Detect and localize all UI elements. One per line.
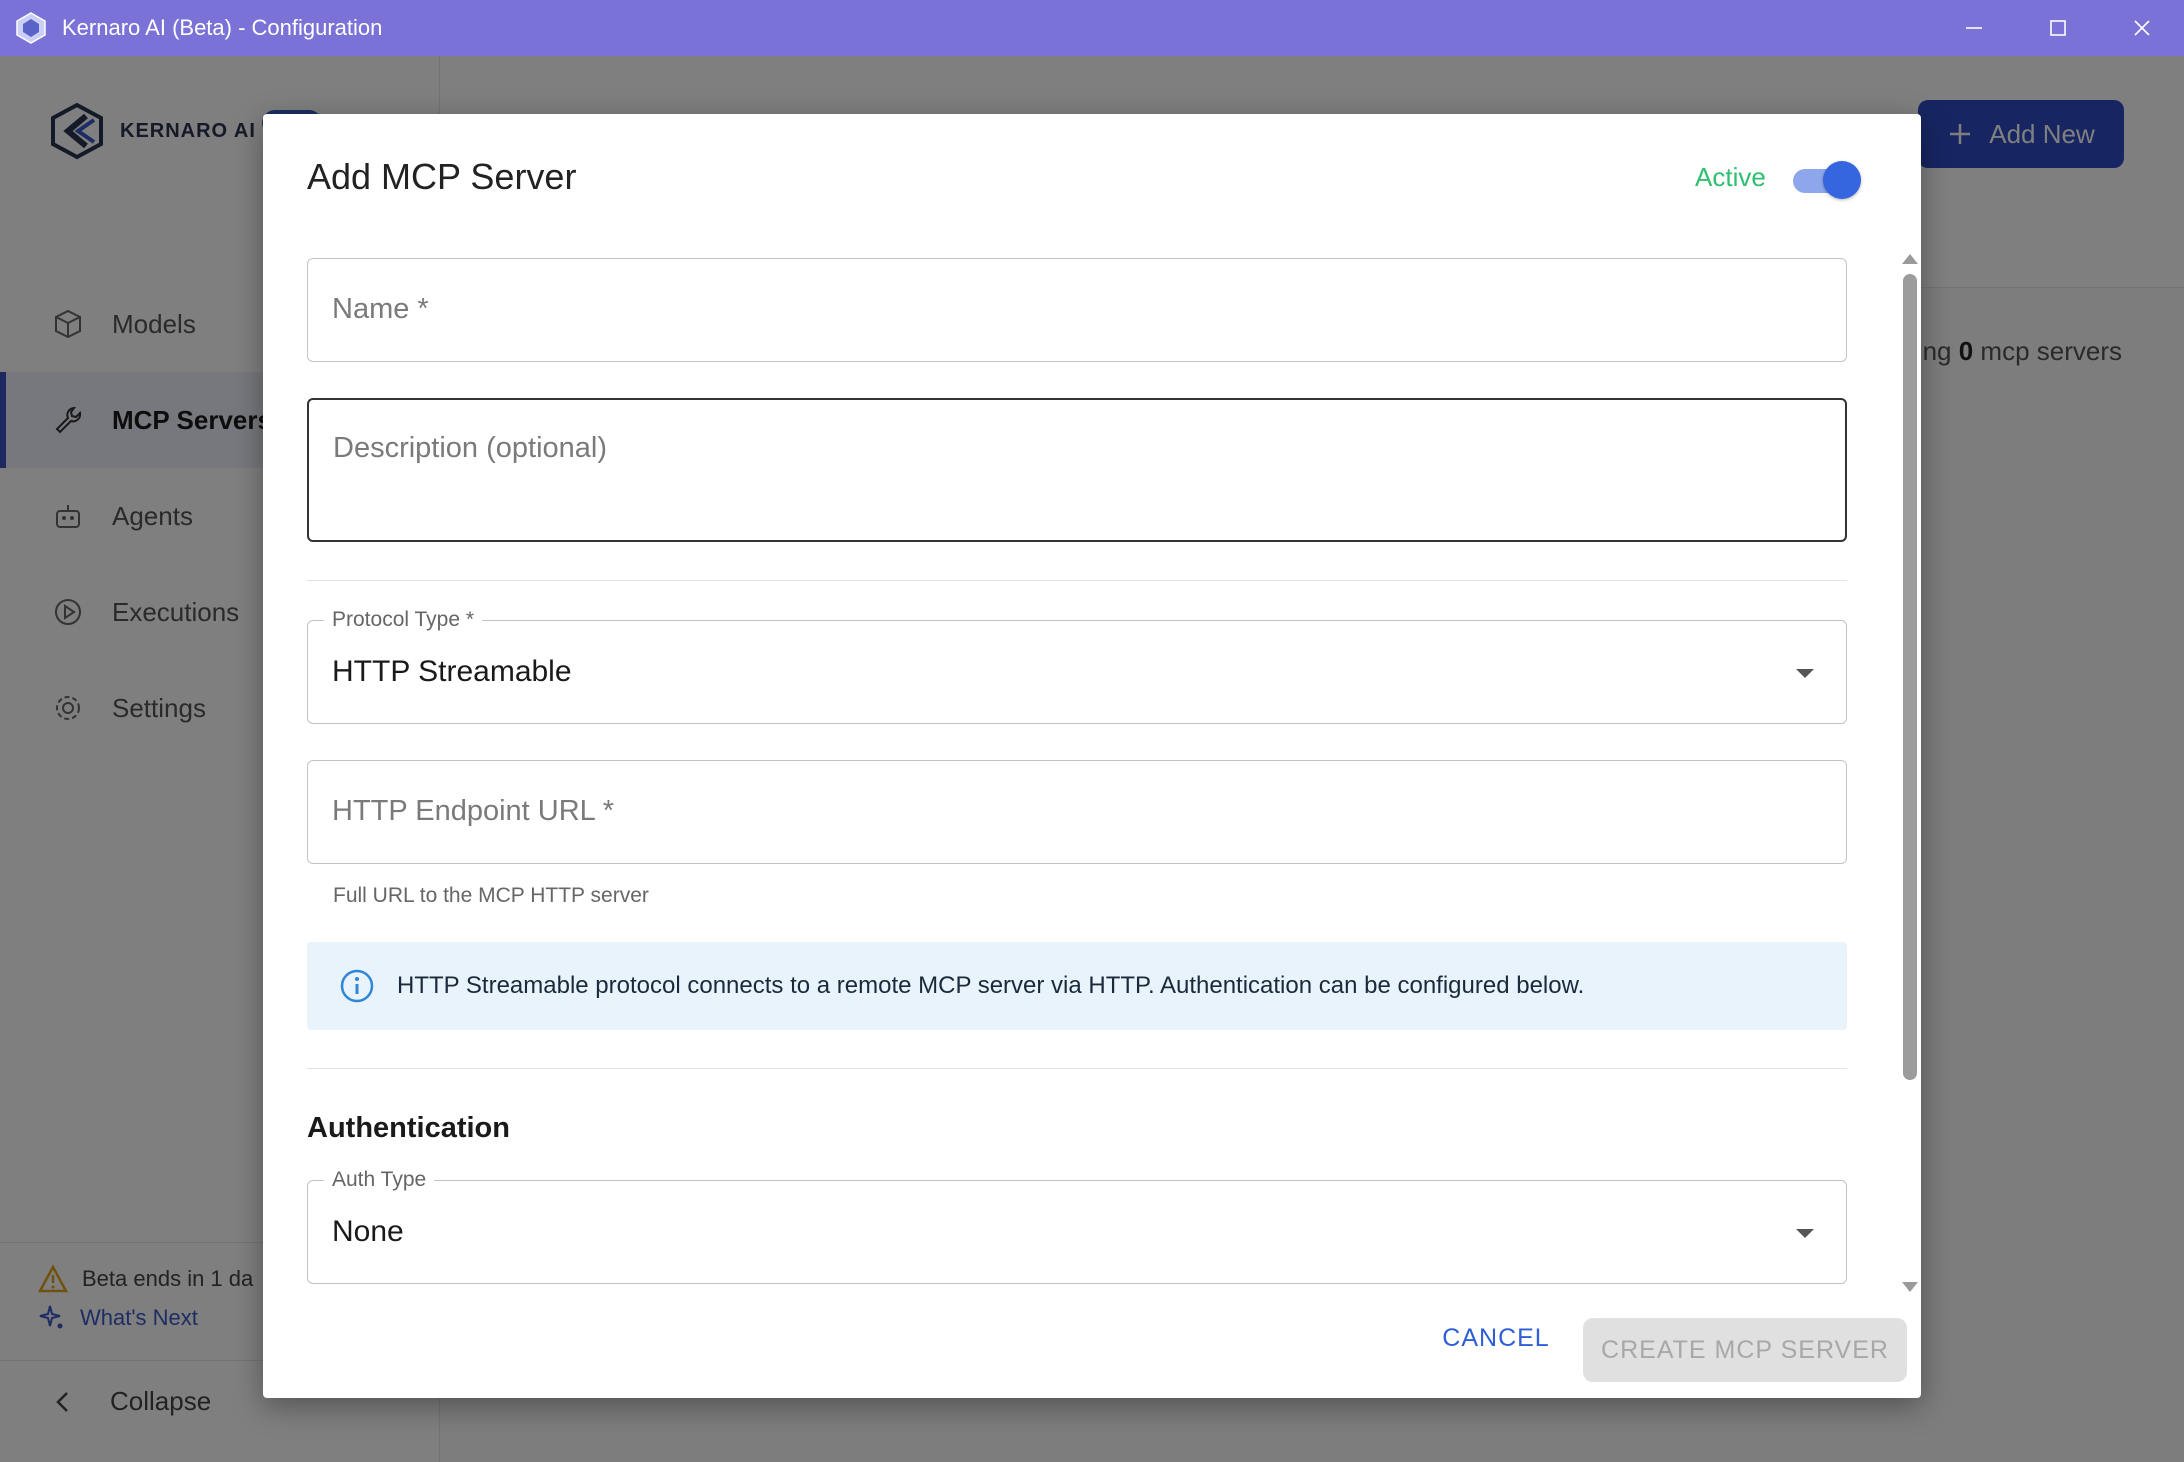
active-label: Active: [1695, 162, 1766, 192]
active-toggle[interactable]: [1791, 160, 1861, 199]
app-logo-icon: [16, 12, 46, 44]
description-input[interactable]: Description (optional): [307, 398, 1847, 542]
protocol-info-alert: HTTP Streamable protocol connects to a r…: [307, 942, 1847, 1030]
cancel-button[interactable]: CANCEL: [1431, 1310, 1561, 1366]
toggle-thumb: [1823, 161, 1861, 199]
dialog-title: Add MCP Server: [307, 156, 577, 197]
http-endpoint-url-input[interactable]: HTTP Endpoint URL *: [307, 760, 1847, 864]
scrollbar-thumb[interactable]: [1903, 274, 1917, 1080]
protocol-type-value: HTTP Streamable: [332, 655, 572, 688]
minimize-button[interactable]: [1932, 0, 2016, 56]
close-icon: [2134, 20, 2150, 36]
minimize-icon: [1966, 27, 1982, 29]
info-icon: [340, 969, 374, 1003]
add-mcp-server-dialog: Add MCP Server Active Name * Description…: [263, 114, 1921, 1398]
create-mcp-server-button[interactable]: CREATE MCP SERVER: [1583, 1318, 1907, 1382]
auth-type-label: Auth Type: [324, 1168, 435, 1192]
maximize-button[interactable]: [2016, 0, 2100, 56]
scroll-up-arrow-icon[interactable]: [1902, 254, 1918, 264]
dialog-scrollbar[interactable]: [1897, 254, 1921, 1294]
name-placeholder: Name *: [332, 293, 429, 325]
protocol-type-label: Protocol Type *: [324, 608, 483, 632]
auth-type-value: None: [332, 1215, 404, 1248]
title-bar: Kernaro AI (Beta) - Configuration: [0, 0, 2184, 56]
maximize-icon: [2050, 20, 2066, 36]
endpoint-helper-text: Full URL to the MCP HTTP server: [333, 884, 649, 907]
auth-type-select[interactable]: Auth Type None: [307, 1168, 1847, 1284]
endpoint-placeholder: HTTP Endpoint URL *: [332, 795, 615, 827]
section-divider: [307, 1068, 1847, 1069]
name-input[interactable]: Name *: [307, 258, 1847, 362]
scroll-down-arrow-icon[interactable]: [1902, 1282, 1918, 1292]
authentication-heading: Authentication: [307, 1112, 510, 1144]
window-title: Kernaro AI (Beta) - Configuration: [62, 15, 383, 40]
caret-down-icon: [1796, 1229, 1814, 1238]
protocol-type-select[interactable]: Protocol Type * HTTP Streamable: [307, 608, 1847, 724]
info-alert-text: HTTP Streamable protocol connects to a r…: [397, 972, 1585, 999]
description-placeholder: Description (optional): [333, 432, 608, 464]
caret-down-icon: [1796, 669, 1814, 678]
close-button[interactable]: [2100, 0, 2184, 56]
section-divider: [307, 580, 1847, 581]
